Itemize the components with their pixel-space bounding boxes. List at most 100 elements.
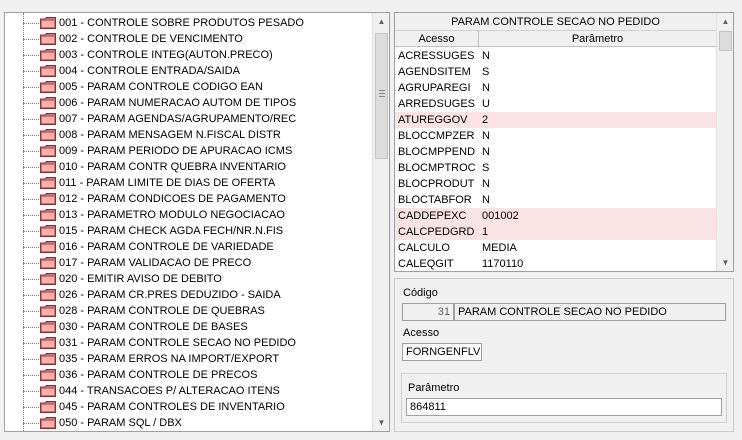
parametro-field[interactable]: 864811 <box>406 398 722 416</box>
tree-item-label: 007 - PARAM AGENDAS/AGRUPAMENTO/REC <box>59 113 297 125</box>
tree-item-label: 013 - PARAMETRO MODULO NEGOCIACAO <box>59 209 285 221</box>
tree-item[interactable]: 050 - PARAM SQL / DBX <box>5 415 373 431</box>
tree-item[interactable]: 044 - TRANSACOES P/ ALTERACAO ITENS <box>5 383 373 399</box>
folder-icon <box>40 161 56 173</box>
tree-item[interactable]: 016 - PARAM CONTROLE DE VARIEDADE <box>5 239 373 255</box>
tree-item[interactable]: 015 - PARAM CHECK AGDA FECH/NR.N.FIS <box>5 223 373 239</box>
table-row[interactable]: CADDEPEXC 001002 <box>395 208 716 224</box>
tree-list: 001 - CONTROLE SOBRE PRODUTOS PESADO 002 … <box>5 15 373 431</box>
acesso-field[interactable]: FORNGENFLV <box>402 343 482 361</box>
tree-item-label: 003 - CONTROLE INTEG(AUTON.PRECO) <box>59 49 273 61</box>
scroll-up-arrow-icon[interactable]: ▲ <box>717 13 733 30</box>
tree-item[interactable]: 003 - CONTROLE INTEG(AUTON.PRECO) <box>5 47 373 63</box>
tree-item[interactable]: 036 - PARAM CONTROLE DE PRECOS <box>5 367 373 383</box>
detail-panel: Código 31 PARAM CONTROLE SECAO NO PEDIDO… <box>394 278 734 432</box>
table-row[interactable]: ARREDSUGES U <box>395 96 716 112</box>
cell-parametro: S <box>482 162 490 174</box>
tree-connector <box>23 327 39 328</box>
tree-item-label: 010 - PARAM CONTR QUEBRA INVENTARIO <box>59 161 286 173</box>
folder-icon <box>40 145 56 157</box>
cell-parametro: S <box>482 66 490 78</box>
tree-item-label: 011 - PARAM LIMITE DE DIAS DE OFERTA <box>59 177 276 189</box>
tree-item[interactable]: 031 - PARAM CONTROLE SECAO NO PEDIDO <box>5 335 373 351</box>
table-row[interactable]: ATUREGGOV 2 <box>395 112 716 128</box>
table-row[interactable]: BLOCTABFOR N <box>395 192 716 208</box>
table-row[interactable]: AGENDSITEM S <box>395 64 716 80</box>
tree-item-label: 028 - PARAM CONTROLE DE QUEBRAS <box>59 305 265 317</box>
tree-item[interactable]: 013 - PARAMETRO MODULO NEGOCIACAO <box>5 207 373 223</box>
scroll-down-arrow-icon[interactable]: ▼ <box>717 254 733 271</box>
cell-acesso: BLOCMPPEND <box>398 146 476 158</box>
tree-item[interactable]: 011 - PARAM LIMITE DE DIAS DE OFERTA <box>5 175 373 191</box>
folder-icon <box>40 273 56 285</box>
tree-item[interactable]: 026 - PARAM CR.PRES DEDUZIDO - SAIDA <box>5 287 373 303</box>
tree-item[interactable]: 045 - PARAM CONTROLES DE INVENTARIO <box>5 399 373 415</box>
tree-item-label: 035 - PARAM ERROS NA IMPORT/EXPORT <box>59 353 280 365</box>
column-header-acesso[interactable]: Acesso <box>395 31 479 47</box>
cell-parametro: N <box>482 82 490 94</box>
tree-item[interactable]: 008 - PARAM MENSAGEM N.FISCAL DISTR <box>5 127 373 143</box>
table-row[interactable]: BLOCCMPZER N <box>395 128 716 144</box>
cell-parametro: N <box>482 130 490 142</box>
tree-item[interactable]: 028 - PARAM CONTROLE DE QUEBRAS <box>5 303 373 319</box>
tree-item[interactable]: 012 - PARAM CONDICOES DE PAGAMENTO <box>5 191 373 207</box>
tree-item[interactable]: 002 - CONTROLE DE VENCIMENTO <box>5 31 373 47</box>
tree-item[interactable]: 004 - CONTROLE ENTRADA/SAIDA <box>5 63 373 79</box>
tree-item[interactable]: 020 - EMITIR AVISO DE DEBITO <box>5 271 373 287</box>
scroll-thumb[interactable] <box>375 33 388 159</box>
table-row[interactable]: BLOCMPPEND N <box>395 144 716 160</box>
tree-connector <box>23 263 39 264</box>
codigo-description-field: PARAM CONTROLE SECAO NO PEDIDO <box>454 303 726 321</box>
tree-panel: 001 - CONTROLE SOBRE PRODUTOS PESADO 002 … <box>4 12 390 432</box>
tree-item-label: 045 - PARAM CONTROLES DE INVENTARIO <box>59 401 285 413</box>
tree-item[interactable]: 005 - PARAM CONTROLE CODIGO EAN <box>5 79 373 95</box>
tree-item-label: 012 - PARAM CONDICOES DE PAGAMENTO <box>59 193 286 205</box>
folder-icon <box>40 305 56 317</box>
tree-connector <box>23 87 39 88</box>
table-row[interactable]: BLOCMPTROC S <box>395 160 716 176</box>
cell-parametro: N <box>482 178 490 190</box>
tree-connector <box>23 167 39 168</box>
acesso-label: Acesso <box>403 327 440 339</box>
tree-item[interactable]: 006 - PARAM NUMERACAO AUTOM DE TIPOS <box>5 95 373 111</box>
tree-item[interactable]: 010 - PARAM CONTR QUEBRA INVENTARIO <box>5 159 373 175</box>
table-row[interactable]: BLOCPRODUT N <box>395 176 716 192</box>
tree-item[interactable]: 007 - PARAM AGENDAS/AGRUPAMENTO/REC <box>5 111 373 127</box>
tree-item[interactable]: 009 - PARAM PERIODO DE APURACAO ICMS <box>5 143 373 159</box>
tree-item-label: 008 - PARAM MENSAGEM N.FISCAL DISTR <box>59 129 281 141</box>
folder-icon <box>40 17 56 29</box>
column-header-parametro[interactable]: Parâmetro <box>479 31 716 47</box>
tree-item-label: 009 - PARAM PERIODO DE APURACAO ICMS <box>59 145 293 157</box>
cell-acesso: CALCPEDGRD <box>398 226 475 238</box>
tree-item[interactable]: 017 - PARAM VALIDACAO DE PRECO <box>5 255 373 271</box>
table-row[interactable]: CALEQGIT 1170110 <box>395 256 716 271</box>
tree-connector <box>23 423 39 424</box>
grid-scrollbar[interactable]: ▲ ▼ <box>716 13 733 271</box>
scroll-down-arrow-icon[interactable]: ▼ <box>373 414 389 431</box>
cell-parametro: N <box>482 146 490 158</box>
tree-item[interactable]: 035 - PARAM ERROS NA IMPORT/EXPORT <box>5 351 373 367</box>
cell-acesso: AGENDSITEM <box>398 66 471 78</box>
table-row[interactable]: CALCULO MEDIA <box>395 240 716 256</box>
cell-acesso: BLOCCMPZER <box>398 130 475 142</box>
folder-icon <box>40 129 56 141</box>
tree-scrollbar[interactable]: ▲ ▼ <box>372 13 389 431</box>
parametro-group: Parâmetro 864811 <box>401 373 727 423</box>
scroll-thumb[interactable] <box>719 31 732 51</box>
tree-item[interactable]: 030 - PARAM CONTROLE DE BASES <box>5 319 373 335</box>
cell-acesso: ARREDSUGES <box>398 98 476 110</box>
tree-connector <box>23 231 39 232</box>
cell-parametro: N <box>482 194 490 206</box>
tree-item-label: 006 - PARAM NUMERACAO AUTOM DE TIPOS <box>59 97 297 109</box>
table-row[interactable]: AGRUPAREGI N <box>395 80 716 96</box>
tree-item[interactable]: 001 - CONTROLE SOBRE PRODUTOS PESADO <box>5 15 373 31</box>
folder-icon <box>40 385 56 397</box>
table-row[interactable]: ACRESSUGES N <box>395 48 716 64</box>
scroll-up-arrow-icon[interactable]: ▲ <box>373 13 389 30</box>
table-row[interactable]: CALCPEDGRD 1 <box>395 224 716 240</box>
folder-icon <box>40 321 56 333</box>
tree-connector <box>23 359 39 360</box>
cell-parametro: 001002 <box>482 210 519 222</box>
grid-title: PARAM CONTROLE SECAO NO PEDIDO <box>395 13 716 31</box>
tree-item-label: 015 - PARAM CHECK AGDA FECH/NR.N.FIS <box>59 225 284 237</box>
